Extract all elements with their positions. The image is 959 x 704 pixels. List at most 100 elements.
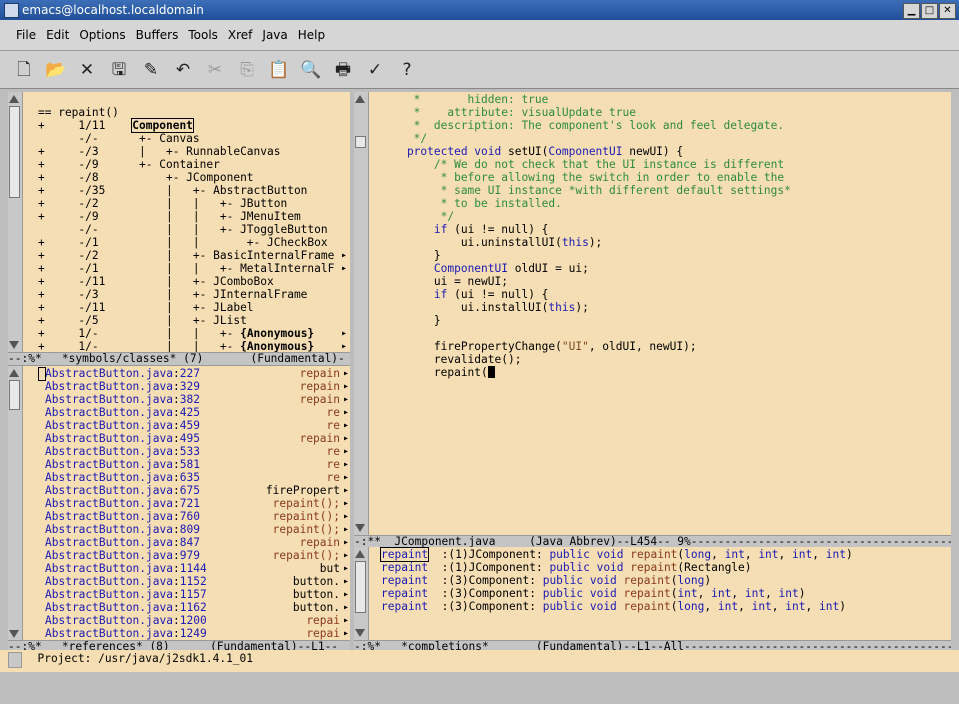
- code-line[interactable]: ComponentUI oldUI = ui;: [380, 262, 589, 275]
- references-scrollbar[interactable]: [8, 366, 23, 641]
- reference-row[interactable]: AbstractButton.java:721 repaint(); ▸: [23, 497, 350, 510]
- code-line[interactable]: if (ui != null) {: [380, 223, 549, 236]
- reference-row[interactable]: AbstractButton.java:459 re ▸: [23, 419, 350, 432]
- code-line[interactable]: ui = newUI;: [380, 275, 508, 288]
- menu-tools[interactable]: Tools: [183, 20, 223, 50]
- title-bar[interactable]: emacs@localhost.localdomain ▁ □ ✕: [0, 0, 959, 20]
- close-x-icon[interactable]: ✕: [76, 59, 98, 81]
- code-line[interactable]: firePropertyChange("UI", oldUI, newUI);: [380, 340, 697, 353]
- code-line[interactable]: repaint(: [380, 366, 495, 379]
- scroll-up-arrow-icon[interactable]: [9, 369, 19, 377]
- code-line[interactable]: * attribute: visualUpdate true: [380, 106, 636, 119]
- completions-scrollbar[interactable]: [354, 547, 369, 640]
- print-icon[interactable]: 🖶: [332, 59, 354, 81]
- menu-xref[interactable]: Xref: [223, 20, 258, 50]
- reference-row[interactable]: AbstractButton.java:1157 button. ▸: [23, 588, 350, 601]
- reference-row[interactable]: AbstractButton.java:809 repaint(); ▸: [23, 523, 350, 536]
- class-tree-row[interactable]: + -/1 | | +- JCheckBox: [38, 236, 328, 249]
- reference-row[interactable]: AbstractButton.java:329 repain ▸: [23, 380, 350, 393]
- code-editor-pane[interactable]: * hidden: true * attribute: visualUpdate…: [369, 92, 951, 535]
- save-as-icon[interactable]: ✎: [140, 59, 162, 81]
- reference-row[interactable]: AbstractButton.java:847 repain ▸: [23, 536, 350, 549]
- scroll-up-arrow-icon[interactable]: [9, 95, 19, 103]
- code-line[interactable]: ui.uninstallUI(this);: [380, 236, 602, 249]
- scroll-down-arrow-icon[interactable]: [355, 524, 365, 532]
- code-scrollbar[interactable]: [354, 92, 369, 535]
- echo-area[interactable]: Project: /usr/java/j2sdk1.4.1_01: [0, 650, 959, 672]
- reference-row[interactable]: AbstractButton.java:979 repaint(); ▸: [23, 549, 350, 562]
- reference-row[interactable]: AbstractButton.java:675 firePropert ▸: [23, 484, 350, 497]
- code-line[interactable]: ui.installUI(this);: [380, 301, 589, 314]
- code-line[interactable]: * same UI instance *with different defau…: [380, 184, 791, 197]
- emacs-app-icon[interactable]: [4, 3, 19, 18]
- reference-row[interactable]: AbstractButton.java:382 repain ▸: [23, 393, 350, 406]
- close-window-button[interactable]: ✕: [939, 3, 956, 19]
- completion-row[interactable]: repaint :(3)Component: public void repai…: [381, 600, 846, 613]
- class-tree-row[interactable]: + -/3 | +- JInternalFrame: [38, 288, 307, 301]
- scroll-up-arrow-icon[interactable]: [355, 95, 365, 103]
- class-tree-row[interactable]: + -/3 | +- RunnableCanvas: [38, 145, 280, 158]
- customize-icon[interactable]: ✓: [364, 59, 386, 81]
- reference-row[interactable]: AbstractButton.java:425 re ▸: [23, 406, 350, 419]
- class-tree-row[interactable]: + 1/- | | +- {Anonymous}: [38, 327, 314, 340]
- class-tree-row[interactable]: -/- | | +- JToggleButton: [38, 223, 327, 236]
- scroll-down-arrow-icon[interactable]: [355, 629, 365, 637]
- class-tree-row[interactable]: + -/11 | +- JComboBox: [38, 275, 274, 288]
- scroll-down-arrow-icon[interactable]: [9, 630, 19, 638]
- menu-java[interactable]: Java: [257, 20, 292, 50]
- class-tree-row[interactable]: + 1/- | | +- {Anonymous}: [38, 340, 314, 352]
- code-line[interactable]: * hidden: true: [380, 93, 549, 106]
- menu-help[interactable]: Help: [293, 20, 330, 50]
- reference-row[interactable]: AbstractButton.java:1144 but ▸: [23, 562, 350, 575]
- class-tree-row[interactable]: + -/2 | +- BasicInternalFrame: [38, 249, 334, 262]
- class-tree-row[interactable]: + -/5 | +- JList: [38, 314, 247, 327]
- reference-row[interactable]: AbstractButton.java:1200 repai ▸: [23, 614, 350, 627]
- scroll-thumb[interactable]: [9, 106, 20, 198]
- scroll-thumb[interactable]: [9, 380, 20, 410]
- minimize-button[interactable]: ▁: [903, 3, 920, 19]
- reference-row[interactable]: AbstractButton.java:635 re ▸: [23, 471, 350, 484]
- code-line[interactable]: * before allowing the switch in order to…: [380, 171, 785, 184]
- code-line[interactable]: * to be installed.: [380, 197, 562, 210]
- code-line[interactable]: /* We do not check that the UI instance …: [380, 158, 784, 171]
- references-pane[interactable]: AbstractButton.java:227 repain ▸ AbstractBu…: [23, 366, 350, 641]
- reference-row[interactable]: AbstractButton.java:533 re ▸: [23, 445, 350, 458]
- class-tree-row[interactable]: -/- +- Canvas: [38, 132, 199, 145]
- scroll-thumb[interactable]: [355, 136, 366, 148]
- paste-icon[interactable]: 📋: [268, 59, 290, 81]
- completion-row[interactable]: repaint :(3)Component: public void repai…: [381, 587, 806, 600]
- class-tree-row[interactable]: + -/9 | | +- JMenuItem: [38, 210, 301, 223]
- class-tree-row[interactable]: == repaint(): [38, 106, 119, 119]
- class-tree-row[interactable]: + -/9 +- Container: [38, 158, 220, 171]
- menu-edit[interactable]: Edit: [41, 20, 74, 50]
- scroll-up-arrow-icon[interactable]: [355, 550, 365, 558]
- completions-pane[interactable]: repaint :(1)JComponent: public void repa…: [369, 547, 951, 640]
- menu-buffers[interactable]: Buffers: [131, 20, 184, 50]
- reference-row[interactable]: AbstractButton.java:760 repaint(); ▸: [23, 510, 350, 523]
- code-line[interactable]: * description: The component's look and …: [380, 119, 784, 132]
- save-disk-icon[interactable]: 🖫: [108, 59, 130, 81]
- reference-row[interactable]: AbstractButton.java:1152 button. ▸: [23, 575, 350, 588]
- symbols-scrollbar[interactable]: [8, 92, 23, 352]
- new-file-icon[interactable]: 🗋: [13, 59, 35, 81]
- code-line[interactable]: if (ui != null) {: [380, 288, 549, 301]
- code-line[interactable]: */: [380, 210, 454, 223]
- copy-icon[interactable]: ⎘: [236, 59, 258, 81]
- scroll-thumb[interactable]: [355, 561, 366, 613]
- code-line[interactable]: }: [380, 249, 441, 262]
- open-folder-icon[interactable]: 📂: [45, 59, 67, 81]
- reference-row[interactable]: AbstractButton.java:1249 repai ▸: [23, 627, 350, 640]
- class-tree-row[interactable]: + -/2 | | +- JButton: [38, 197, 287, 210]
- maximize-button[interactable]: □: [921, 3, 938, 19]
- undo-icon[interactable]: ↶: [172, 59, 194, 81]
- code-line[interactable]: protected void setUI(ComponentUI newUI) …: [380, 145, 683, 158]
- cut-icon[interactable]: ✂: [204, 59, 226, 81]
- completion-row[interactable]: repaint :(1)JComponent: public void repa…: [379, 547, 853, 562]
- search-icon[interactable]: 🔍: [300, 59, 322, 81]
- menu-file[interactable]: File: [11, 20, 41, 50]
- class-tree-row[interactable]: + 1/11 Component: [38, 118, 194, 133]
- symbols-classes-pane[interactable]: == repaint() + 1/11 Component -/- +- Canv…: [23, 92, 350, 352]
- scroll-down-arrow-icon[interactable]: [9, 341, 19, 349]
- class-tree-row[interactable]: + -/1 | | +- MetalInternalF: [38, 262, 334, 275]
- class-tree-row[interactable]: + -/8 +- JComponent: [38, 171, 254, 184]
